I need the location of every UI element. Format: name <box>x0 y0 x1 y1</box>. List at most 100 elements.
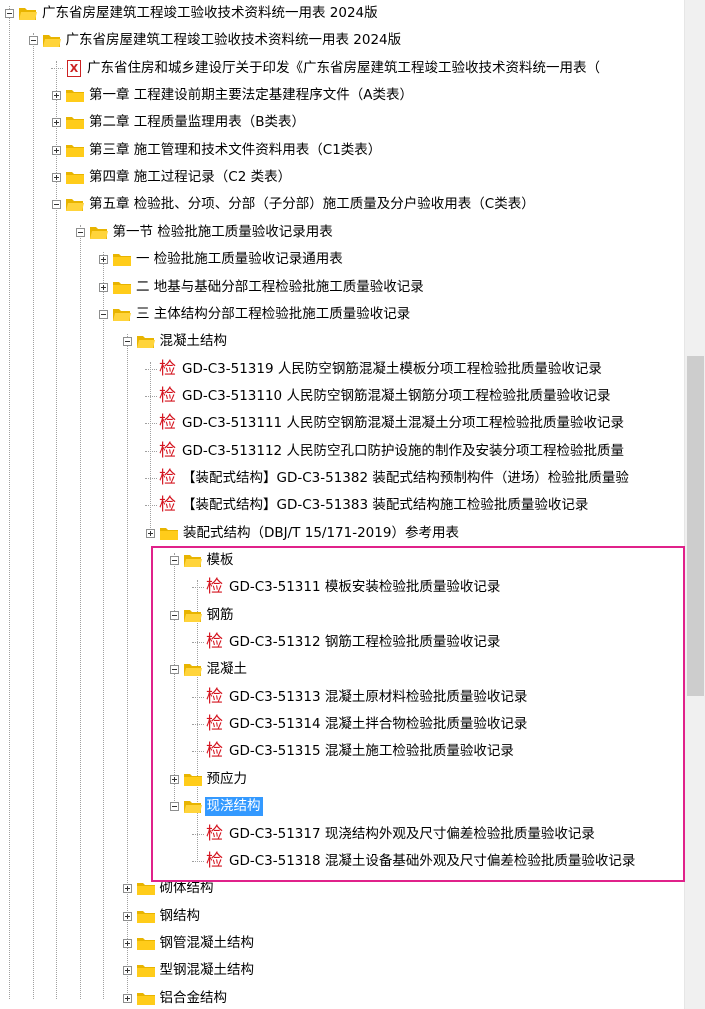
vertical-scrollbar[interactable] <box>684 0 705 1009</box>
tree-node-row[interactable]: 检 GD-C3-513110 人民防空钢筋混凝土钢筋分项工程检验批质量验收记录 <box>0 383 684 410</box>
tree-node-label[interactable]: 广东省房屋建筑工程竣工验收技术资料统一用表 2024版 <box>66 31 402 50</box>
tree-node-row[interactable]: 型钢混凝土结构 <box>0 957 684 984</box>
tree-node-row[interactable]: 第一节 检验批施工质量验收记录用表 <box>0 219 684 246</box>
tree-node-label[interactable]: 铝合金结构 <box>160 989 228 1008</box>
collapse-toggle-icon[interactable] <box>169 665 179 675</box>
tree-node-row[interactable]: 检 GD-C3-51312 钢筋工程检验批质量验收记录 <box>0 629 684 656</box>
tree-node-label[interactable]: 第四章 施工过程记录（C2 类表） <box>89 168 291 187</box>
tree-node-label[interactable]: GD-C3-51313 混凝土原材料检验批质量验收记录 <box>229 688 527 707</box>
expand-toggle-icon[interactable] <box>52 118 61 128</box>
tree-node-row[interactable]: 检 GD-C3-51319 人民防空钢筋混凝土模板分项工程检验批质量验收记录 <box>0 356 684 383</box>
tree-node-label[interactable]: 预应力 <box>207 770 248 789</box>
tree-node-row[interactable]: 铝合金结构 <box>0 985 684 1009</box>
scrollbar-thumb[interactable] <box>687 356 704 696</box>
expand-toggle-icon[interactable] <box>122 884 132 894</box>
expand-toggle-icon[interactable] <box>146 528 155 538</box>
expand-toggle-icon[interactable] <box>122 938 132 948</box>
tree-node-row[interactable]: 第三章 施工管理和技术文件资料用表（C1类表） <box>0 137 684 164</box>
tree-node-label[interactable]: 砌体结构 <box>160 879 214 898</box>
tree-node-label[interactable]: 模板 <box>207 551 234 570</box>
tree-node-label[interactable]: 第三章 施工管理和技术文件资料用表（C1类表） <box>89 141 381 160</box>
tree-node-label[interactable]: 钢管混凝土结构 <box>160 934 255 953</box>
tree-node-row[interactable]: 检【装配式结构】GD-C3-51382 装配式结构预制构件（进场）检验批质量验 <box>0 465 684 492</box>
tree-node-label[interactable]: 钢筋 <box>207 606 234 625</box>
expand-toggle-icon[interactable] <box>52 173 61 183</box>
collapse-toggle-icon[interactable] <box>28 36 38 46</box>
expand-toggle-icon[interactable] <box>99 282 108 292</box>
collapse-toggle-icon[interactable] <box>169 556 179 565</box>
tree-node-label[interactable]: GD-C3-51311 模板安装检验批质量验收记录 <box>229 578 500 597</box>
tree-node-row[interactable]: 检【装配式结构】GD-C3-51383 装配式结构施工检验批质量验收记录 <box>0 492 684 519</box>
tree-node-row[interactable]: 一 检验批施工质量验收记录通用表 <box>0 246 684 273</box>
tree-node-row[interactable]: 混凝土 <box>0 656 684 683</box>
tree-node-row[interactable]: 检 GD-C3-513112 人民防空孔口防护设施的制作及安装分项工程检验批质量 <box>0 438 684 465</box>
tree-node-label[interactable]: 广东省房屋建筑工程竣工验收技术资料统一用表 2024版 <box>42 4 378 23</box>
tree-node-label[interactable]: 三 主体结构分部工程检验批施工质量验收记录 <box>136 305 410 324</box>
collapse-toggle-icon[interactable] <box>169 610 179 620</box>
tree-node-row[interactable]: 钢筋 <box>0 602 684 629</box>
tree-node-label[interactable]: 第五章 检验批、分项、分部（子分部）施工质量及分户验收用表（C类表） <box>89 195 535 214</box>
tree-node-label[interactable]: 第一节 检验批施工质量验收记录用表 <box>113 223 333 242</box>
tree-node-row[interactable]: 模板 <box>0 547 684 574</box>
tree-node-row[interactable]: 砌体结构 <box>0 875 684 902</box>
tree-node-label[interactable]: GD-C3-51315 混凝土施工检验批质量验收记录 <box>229 742 514 761</box>
collapse-toggle-icon[interactable] <box>5 9 14 18</box>
tree-node-row[interactable]: 第五章 检验批、分项、分部（子分部）施工质量及分户验收用表（C类表） <box>0 191 684 218</box>
tree-node-label[interactable]: 一 检验批施工质量验收记录通用表 <box>136 250 343 269</box>
tree-node-label[interactable]: 现浇结构 <box>204 797 263 817</box>
tree-node-row[interactable]: 广东省房屋建筑工程竣工验收技术资料统一用表 2024版 <box>0 27 684 54</box>
tree-node-row[interactable]: X 广东省住房和城乡建设厅关于印发《广东省房屋建筑工程竣工验收技术资料统一用表（ <box>0 55 684 82</box>
tree-node-label[interactable]: GD-C3-513112 人民防空孔口防护设施的制作及安装分项工程检验批质量 <box>182 442 624 461</box>
tree-node-row[interactable]: 混凝土结构 <box>0 328 684 355</box>
tree-node-row[interactable]: 广东省房屋建筑工程竣工验收技术资料统一用表 2024版 <box>0 0 684 27</box>
expand-toggle-icon[interactable] <box>52 91 61 101</box>
expand-toggle-icon[interactable] <box>169 774 179 784</box>
tree-node-row[interactable]: 检 GD-C3-513111 人民防空钢筋混凝土混凝土分项工程检验批质量验收记录 <box>0 410 684 437</box>
tree-view[interactable]: 广东省房屋建筑工程竣工验收技术资料统一用表 2024版广东省房屋建筑工程竣工验收… <box>0 0 684 1009</box>
expand-toggle-icon[interactable] <box>122 993 132 1003</box>
expand-toggle-icon[interactable] <box>99 255 108 265</box>
tree-node-label[interactable]: 混凝土 <box>207 660 248 679</box>
tree-node-row[interactable]: 检 GD-C3-51314 混凝土拌合物检验批质量验收记录 <box>0 711 684 738</box>
tree-node-row[interactable]: 检 GD-C3-51317 现浇结构外观及尺寸偏差检验批质量验收记录 <box>0 821 684 848</box>
tree-node-label[interactable]: GD-C3-51317 现浇结构外观及尺寸偏差检验批质量验收记录 <box>229 825 595 844</box>
tree-node-label[interactable]: 混凝土结构 <box>160 332 228 351</box>
collapse-toggle-icon[interactable] <box>52 200 61 210</box>
tree-node-row[interactable]: 三 主体结构分部工程检验批施工质量验收记录 <box>0 301 684 328</box>
tree-node-row[interactable]: 检 GD-C3-51311 模板安装检验批质量验收记录 <box>0 574 684 601</box>
collapse-toggle-icon[interactable] <box>99 309 108 319</box>
tree-node-label[interactable]: 【装配式结构】GD-C3-51383 装配式结构施工检验批质量验收记录 <box>182 496 588 515</box>
tree-node-label[interactable]: 广东省住房和城乡建设厅关于印发《广东省房屋建筑工程竣工验收技术资料统一用表（ <box>87 59 600 78</box>
expand-toggle-icon[interactable] <box>52 145 61 155</box>
collapse-toggle-icon[interactable] <box>122 337 132 347</box>
tree-node-label[interactable]: GD-C3-51318 混凝土设备基础外观及尺寸偏差检验批质量验收记录 <box>229 852 635 871</box>
tree-node-row[interactable]: 第一章 工程建设前期主要法定基建程序文件（A类表） <box>0 82 684 109</box>
tree-node-label[interactable]: GD-C3-51312 钢筋工程检验批质量验收记录 <box>229 633 500 652</box>
tree-node-row[interactable]: 检 GD-C3-51315 混凝土施工检验批质量验收记录 <box>0 738 684 765</box>
tree-node-label[interactable]: 二 地基与基础分部工程检验批施工质量验收记录 <box>136 278 424 297</box>
tree-node-label[interactable]: 装配式结构（DBJ/T 15/171-2019）参考用表 <box>183 524 459 543</box>
tree-node-label[interactable]: GD-C3-513110 人民防空钢筋混凝土钢筋分项工程检验批质量验收记录 <box>182 387 610 406</box>
tree-node-row[interactable]: 二 地基与基础分部工程检验批施工质量验收记录 <box>0 274 684 301</box>
tree-node-row[interactable]: 钢管混凝土结构 <box>0 930 684 957</box>
tree-node-row[interactable]: 现浇结构 <box>0 793 684 820</box>
tree-node-row[interactable]: 检 GD-C3-51318 混凝土设备基础外观及尺寸偏差检验批质量验收记录 <box>0 848 684 875</box>
tree-node-label[interactable]: 【装配式结构】GD-C3-51382 装配式结构预制构件（进场）检验批质量验 <box>182 469 629 488</box>
tree-node-row[interactable]: 钢结构 <box>0 903 684 930</box>
tree-node-row[interactable]: 检 GD-C3-51313 混凝土原材料检验批质量验收记录 <box>0 684 684 711</box>
collapse-toggle-icon[interactable] <box>169 802 179 812</box>
tree-node-row[interactable]: 预应力 <box>0 766 684 793</box>
tree-node-row[interactable]: 第二章 工程质量监理用表（B类表） <box>0 109 684 136</box>
tree-node-row[interactable]: 第四章 施工过程记录（C2 类表） <box>0 164 684 191</box>
tree-node-row[interactable]: 装配式结构（DBJ/T 15/171-2019）参考用表 <box>0 520 684 547</box>
tree-node-label[interactable]: 第二章 工程质量监理用表（B类表） <box>89 113 305 132</box>
tree-node-label[interactable]: 钢结构 <box>160 907 201 926</box>
tree-node-label[interactable]: GD-C3-51314 混凝土拌合物检验批质量验收记录 <box>229 715 527 734</box>
tree-node-label[interactable]: GD-C3-513111 人民防空钢筋混凝土混凝土分项工程检验批质量验收记录 <box>182 414 624 433</box>
collapse-toggle-icon[interactable] <box>75 227 85 237</box>
expand-toggle-icon[interactable] <box>122 966 132 976</box>
tree-node-label[interactable]: 型钢混凝土结构 <box>160 961 255 980</box>
expand-toggle-icon[interactable] <box>122 911 132 921</box>
tree-node-label[interactable]: GD-C3-51319 人民防空钢筋混凝土模板分项工程检验批质量验收记录 <box>182 360 602 379</box>
tree-node-label[interactable]: 第一章 工程建设前期主要法定基建程序文件（A类表） <box>89 86 413 105</box>
